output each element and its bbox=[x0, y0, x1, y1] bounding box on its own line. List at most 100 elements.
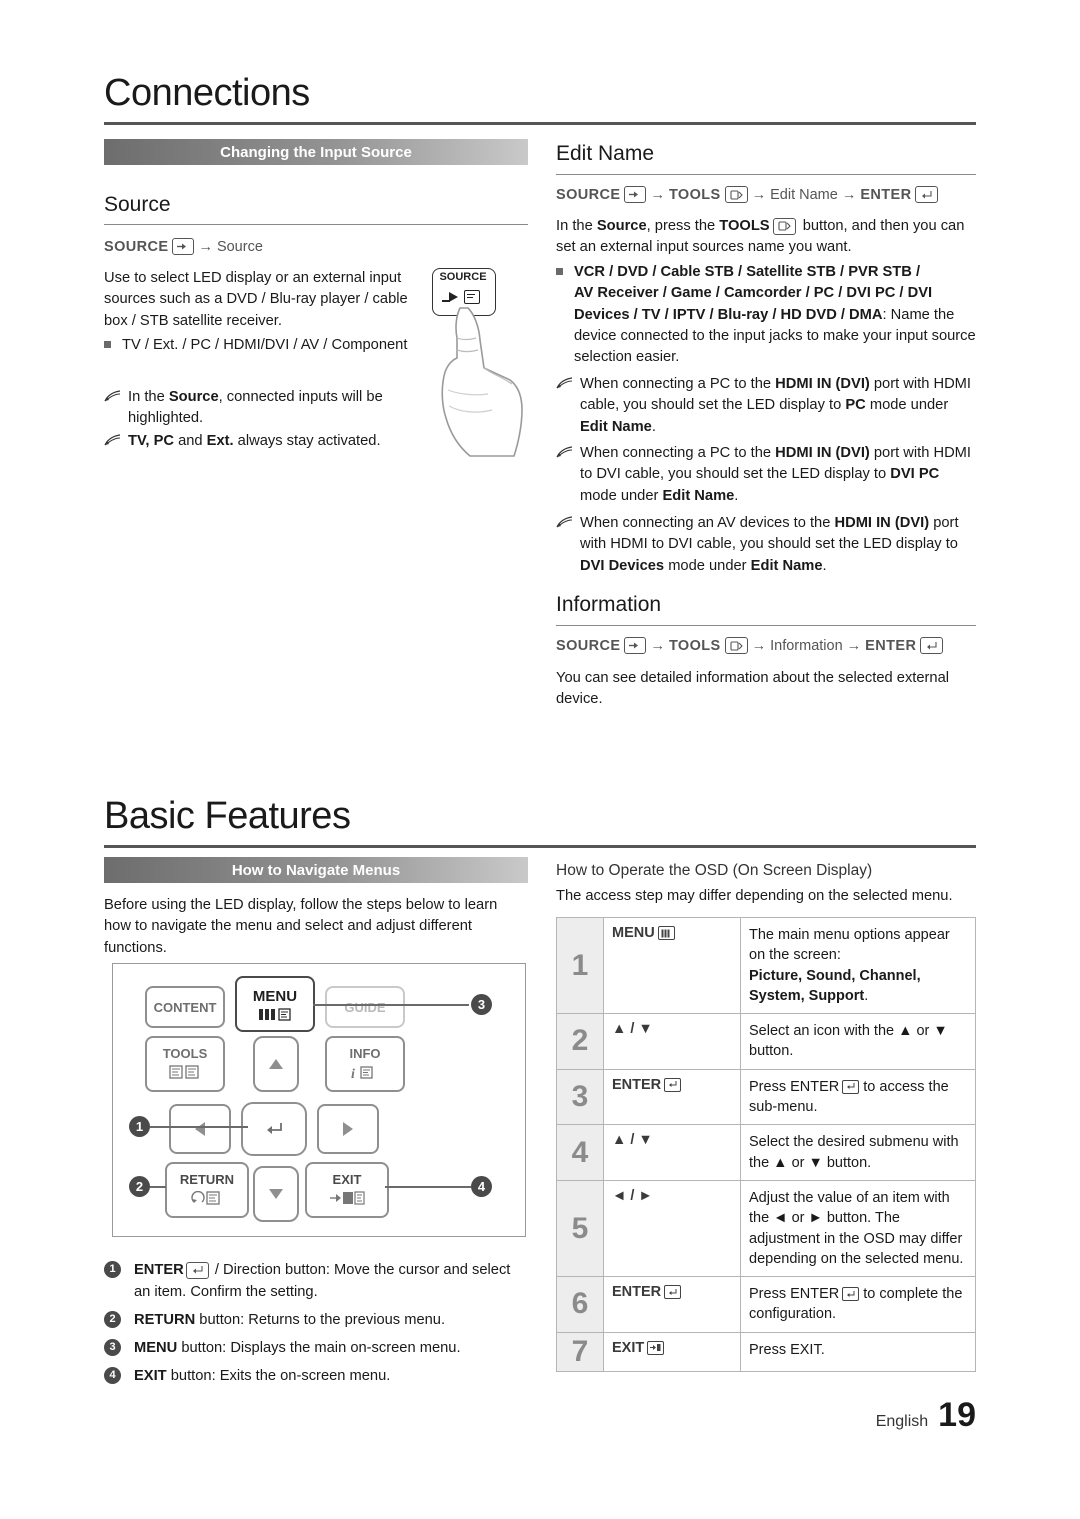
osd-steps-table: 1 MENU The main menu options appear on t… bbox=[556, 916, 976, 1372]
remote-button-exit-label: EXIT bbox=[332, 1172, 362, 1187]
tools-key-icon bbox=[724, 186, 748, 203]
section-bar-how-to-navigate-menus: How to Navigate Menus bbox=[104, 857, 528, 883]
arrow-right-icon bbox=[442, 291, 459, 303]
information-body: You can see detailed information about t… bbox=[556, 670, 950, 708]
remote-button-enter bbox=[241, 1102, 307, 1156]
osd-step-description: Press ENTER to complete the configuratio… bbox=[740, 1276, 976, 1333]
path-source-target: Source bbox=[216, 238, 263, 255]
osd-step-number: 2 bbox=[556, 1013, 604, 1070]
edit-name-bullet-text: VCR / DVD / Cable STB / Satellite STB / … bbox=[574, 264, 976, 366]
legend-item-2: 2 RETURN button: Returns to the previous… bbox=[104, 1309, 524, 1331]
callout-3: 3 bbox=[471, 994, 492, 1015]
enter-icon bbox=[842, 1079, 860, 1094]
divider-basic-features bbox=[104, 845, 976, 848]
table-row: 5 ◄ / ► Adjust the value of an item with… bbox=[556, 1179, 976, 1278]
path-information-enter: ENTER bbox=[865, 637, 917, 654]
path-arrow-2: → bbox=[751, 186, 767, 203]
path-edit-name-source: SOURCE bbox=[556, 186, 621, 203]
legend-item-4-text: button: Exits the on-screen menu. bbox=[166, 1368, 391, 1385]
enter-icon bbox=[664, 1077, 682, 1092]
path-arrow-1: → bbox=[650, 186, 665, 203]
legend-item-4: 4 EXIT button: Exits the on-screen menu. bbox=[104, 1365, 524, 1387]
edit-name-note-3-text: When connecting an AV devices to the HDM… bbox=[580, 515, 959, 574]
section-bar-label: How to Navigate Menus bbox=[231, 861, 401, 879]
heading-edit-name: Edit Name bbox=[556, 142, 655, 165]
hand-pointing-illustration bbox=[418, 306, 538, 466]
edit-name-note-1-text: When connecting a PC to the HDMI IN (DVI… bbox=[580, 376, 971, 435]
path-edit-name: SOURCE → TOOLS → Edit Name → ENTER bbox=[556, 186, 939, 203]
osd-step-key: ▲ / ▼ bbox=[603, 1013, 741, 1070]
remote-button-info-label: INFO bbox=[349, 1045, 381, 1061]
menu-icon bbox=[657, 926, 675, 941]
remote-button-guide: GUIDE bbox=[325, 986, 405, 1028]
edit-name-note-2: When connecting a PC to the HDMI IN (DVI… bbox=[556, 443, 976, 507]
divider-connections bbox=[104, 122, 976, 125]
enter-icon bbox=[267, 1123, 282, 1134]
remote-button-up bbox=[253, 1036, 299, 1092]
divider-information bbox=[556, 625, 976, 626]
remote-button-content-label: CONTENT bbox=[153, 999, 217, 1015]
navigate-intro-text: Before using the LED display, follow the… bbox=[104, 897, 498, 956]
divider-source bbox=[104, 224, 528, 225]
arrow-down-icon bbox=[269, 1189, 283, 1199]
callout-line-2 bbox=[150, 1186, 166, 1188]
remote-button-menu: MENU bbox=[235, 976, 315, 1032]
osd-step-description: The main menu options appear on the scre… bbox=[740, 916, 976, 1015]
table-row: 1 MENU The main menu options appear on t… bbox=[556, 916, 976, 1015]
source-note-1: In the Source, connected inputs will be … bbox=[104, 387, 434, 430]
path-edit-name-enter: ENTER bbox=[860, 186, 912, 203]
pencil-icon bbox=[556, 516, 573, 528]
path-information: SOURCE → TOOLS → Information → ENTER bbox=[556, 637, 944, 654]
osd-step-key: ◄ / ► bbox=[603, 1179, 741, 1278]
remote-button-info: INFO i bbox=[325, 1036, 405, 1092]
path-source-arrow: → bbox=[198, 238, 213, 255]
section-bar-label: Changing the Input Source bbox=[220, 143, 412, 161]
source-key-icon bbox=[624, 186, 647, 203]
edit-name-note-3: When connecting an AV devices to the HDM… bbox=[556, 513, 980, 577]
callout-4: 4 bbox=[471, 1176, 492, 1197]
osd-subheading: The access step may differ depending on … bbox=[556, 888, 953, 904]
source-button-glyphs bbox=[442, 290, 480, 304]
osd-step-key: ENTER bbox=[603, 1276, 741, 1333]
path-arrow-3: → bbox=[846, 637, 862, 654]
source-bullet: TV / Ext. / PC / HDMI/DVI / AV / Compone… bbox=[104, 335, 434, 356]
path-arrow-1: → bbox=[650, 637, 665, 654]
footer-language: English bbox=[875, 1413, 929, 1430]
remote-button-left bbox=[169, 1104, 231, 1154]
osd-step-number: 4 bbox=[556, 1124, 604, 1181]
enter-icon bbox=[664, 1285, 682, 1300]
osd-step-key: MENU bbox=[603, 916, 741, 1015]
exit-icon bbox=[329, 1191, 365, 1208]
legend-item-2-key: RETURN bbox=[134, 1312, 196, 1329]
legend-item-3-text: button: Displays the main on-screen menu… bbox=[177, 1340, 461, 1357]
edit-name-bullet: VCR / DVD / Cable STB / Satellite STB / … bbox=[556, 262, 976, 369]
remote-control-diagram: CONTENT MENU GUIDE TOOLS INFO i RETURN E… bbox=[112, 963, 526, 1237]
source-button-label: SOURCE bbox=[439, 271, 487, 283]
remote-button-tools-label: TOOLS bbox=[162, 1046, 208, 1061]
path-source: SOURCE → Source bbox=[104, 238, 263, 255]
list-box-icon bbox=[464, 290, 480, 304]
osd-step-description: Adjust the value of an item with the ◄ o… bbox=[740, 1179, 976, 1278]
page-footer: English 19 bbox=[876, 1396, 976, 1435]
callout-line-1 bbox=[150, 1126, 248, 1128]
osd-step-description: Select the desired submenu with the ▲ or… bbox=[740, 1124, 976, 1181]
path-information-source: SOURCE bbox=[556, 637, 621, 654]
source-key-icon bbox=[172, 238, 195, 255]
callout-line-3 bbox=[313, 1004, 469, 1006]
callout-1: 1 bbox=[129, 1116, 150, 1137]
tools-key-icon bbox=[772, 217, 796, 235]
osd-step-description: Press EXIT. bbox=[740, 1331, 976, 1372]
remote-button-return: RETURN bbox=[165, 1162, 249, 1218]
remote-button-return-label: RETURN bbox=[179, 1172, 235, 1187]
edit-name-note-2-text: When connecting a PC to the HDMI IN (DVI… bbox=[580, 445, 971, 504]
osd-step-number: 1 bbox=[556, 916, 604, 1015]
table-row: 6 ENTER Press ENTER to complete the conf… bbox=[556, 1276, 976, 1333]
page-title-connections: Connections bbox=[104, 72, 310, 114]
enter-icon bbox=[842, 1287, 860, 1302]
section-bar-changing-input-source: Changing the Input Source bbox=[104, 139, 528, 165]
remote-button-menu-label: MENU bbox=[252, 987, 298, 1005]
remote-button-guide-label: GUIDE bbox=[344, 999, 386, 1015]
arrow-up-icon bbox=[269, 1059, 283, 1069]
legend-item-3: 3 MENU button: Displays the main on-scre… bbox=[104, 1337, 524, 1359]
pencil-icon bbox=[556, 446, 573, 458]
